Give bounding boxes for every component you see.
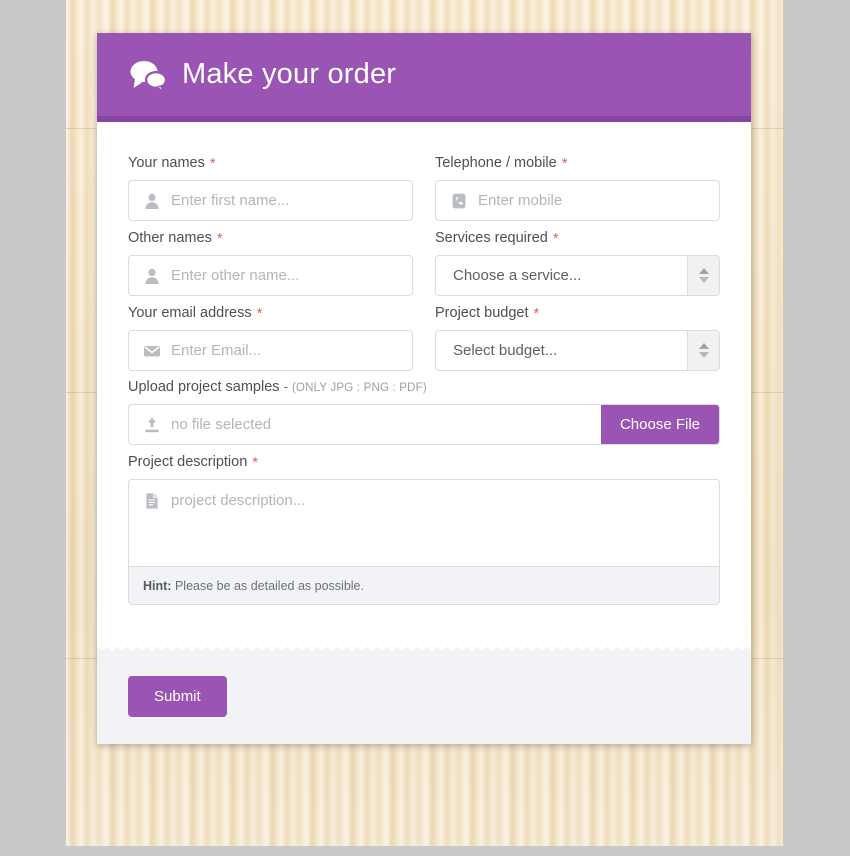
- file-status-text: no file selected: [171, 416, 272, 433]
- required-marker: *: [256, 305, 263, 322]
- field-email: Your email address * Enter Email...: [128, 296, 413, 371]
- label-text: Project description: [128, 454, 248, 470]
- telephone-placeholder: Enter mobile: [478, 192, 563, 209]
- form-row-3: Your email address * Enter Email... Proje…: [128, 296, 720, 371]
- required-marker: *: [216, 230, 223, 247]
- project-budget-label: Project budget *: [435, 304, 720, 322]
- form-row-1: Your names * Enter first name... Telephon…: [128, 146, 720, 221]
- project-description-placeholder: project description...: [171, 492, 306, 509]
- label-text: Other names: [128, 230, 212, 246]
- field-other-names: Other names * Enter other name...: [128, 221, 413, 296]
- order-form-card: Make your order Your names * Enter first …: [97, 33, 751, 744]
- required-marker: *: [561, 155, 568, 172]
- card-footer: Submit: [97, 656, 751, 744]
- chevron-up-icon: [698, 343, 709, 349]
- upload-label: Upload project samples - (ONLY JPG : PNG…: [128, 379, 720, 395]
- label-text: Project budget: [435, 305, 529, 321]
- upload-icon: [143, 416, 161, 434]
- services-required-select[interactable]: Choose a service...: [435, 255, 720, 296]
- comments-icon: [128, 59, 168, 93]
- file-upload-control[interactable]: no file selected Choose File: [128, 404, 720, 445]
- telephone-input[interactable]: Enter mobile: [435, 180, 720, 221]
- document-icon: [143, 492, 161, 510]
- label-text: Your email address: [128, 305, 252, 321]
- user-icon: [143, 192, 161, 210]
- other-names-placeholder: Enter other name...: [171, 267, 300, 284]
- field-your-names: Your names * Enter first name...: [128, 146, 413, 221]
- required-marker: *: [533, 305, 540, 322]
- choose-file-button[interactable]: Choose File: [600, 405, 719, 444]
- label-text: Upload project samples: [128, 379, 280, 395]
- project-description-hint: Hint: Please be as detailed as possible.: [128, 567, 720, 605]
- upload-label-dash: -: [283, 379, 288, 394]
- email-placeholder: Enter Email...: [171, 342, 262, 359]
- required-marker: *: [209, 155, 216, 172]
- your-names-placeholder: Enter first name...: [171, 192, 290, 209]
- services-required-value: Choose a service...: [453, 267, 582, 284]
- hint-text: Please be as detailed as possible.: [174, 578, 364, 593]
- hint-prefix: Hint:: [143, 578, 172, 593]
- field-telephone: Telephone / mobile * Enter mobile: [435, 146, 720, 221]
- project-budget-value: Select budget...: [453, 342, 558, 359]
- submit-button[interactable]: Submit: [128, 676, 227, 717]
- project-description-label: Project description *: [128, 453, 720, 471]
- field-upload: Upload project samples - (ONLY JPG : PNG…: [128, 379, 720, 445]
- spinner-arrows-icon[interactable]: [687, 331, 719, 370]
- card-header: Make your order: [97, 33, 751, 122]
- email-label: Your email address *: [128, 304, 413, 322]
- label-text: Services required: [435, 230, 548, 246]
- envelope-icon: [143, 342, 161, 360]
- required-marker: *: [252, 454, 259, 471]
- services-required-label: Services required *: [435, 229, 720, 247]
- page-title: Make your order: [182, 58, 397, 90]
- upload-format-note: (ONLY JPG : PNG : PDF): [291, 382, 427, 394]
- your-names-label: Your names *: [128, 154, 413, 172]
- form-row-2: Other names * Enter other name... Service…: [128, 221, 720, 296]
- field-project-description: Project description * project description…: [128, 453, 720, 605]
- telephone-label: Telephone / mobile *: [435, 154, 720, 172]
- card-body: Your names * Enter first name... Telephon…: [97, 122, 751, 643]
- other-names-input[interactable]: Enter other name...: [128, 255, 413, 296]
- required-marker: *: [552, 230, 559, 247]
- your-names-input[interactable]: Enter first name...: [128, 180, 413, 221]
- field-services-required: Services required * Choose a service...: [435, 221, 720, 296]
- field-project-budget: Project budget * Select budget...: [435, 296, 720, 371]
- label-text: Your names: [128, 155, 205, 171]
- chevron-up-icon: [698, 268, 709, 274]
- spinner-arrows-icon[interactable]: [687, 256, 719, 295]
- email-input[interactable]: Enter Email...: [128, 330, 413, 371]
- project-description-textarea[interactable]: project description...: [128, 479, 720, 567]
- chevron-down-icon: [698, 352, 709, 358]
- label-text: Telephone / mobile: [435, 155, 557, 171]
- other-names-label: Other names *: [128, 229, 413, 247]
- chevron-down-icon: [698, 277, 709, 283]
- user-icon: [143, 267, 161, 285]
- phone-icon: [450, 192, 468, 210]
- zigzag-divider: [97, 643, 751, 656]
- project-budget-select[interactable]: Select budget...: [435, 330, 720, 371]
